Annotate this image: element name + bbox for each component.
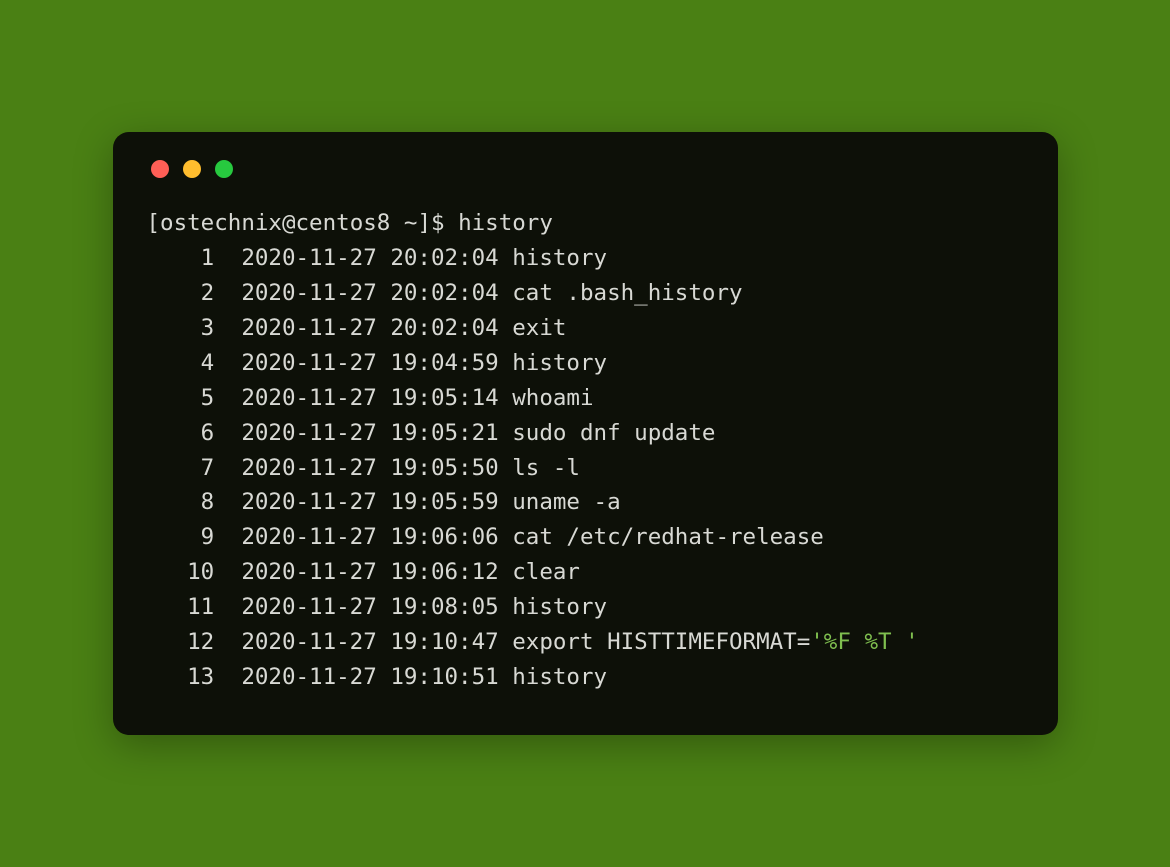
history-sep [499,381,513,416]
history-sep [214,381,241,416]
prompt-user: ostechnix [160,210,282,236]
prompt-space2 [445,210,459,236]
history-timestamp: 2020-11-27 19:05:59 [241,489,498,515]
history-sep [499,311,513,346]
minimize-icon[interactable] [183,160,201,178]
history-sep [499,276,513,311]
prompt-path: ~ [404,210,418,236]
history-sep [499,520,513,555]
history-command: uname -a [512,489,620,515]
history-timestamp: 2020-11-27 19:06:12 [241,559,498,585]
history-sep [214,660,241,695]
history-line: 9 2020-11-27 19:06:06 cat /etc/redhat-re… [147,520,1024,555]
history-number: 8 [147,485,215,520]
history-sep [499,416,513,451]
history-timestamp: 2020-11-27 19:06:06 [241,524,498,550]
history-command: history [512,594,607,620]
history-timestamp: 2020-11-27 19:05:14 [241,385,498,411]
history-line: 12 2020-11-27 19:10:47 export HISTTIMEFO… [147,625,1024,660]
history-sep [214,416,241,451]
history-timestamp: 2020-11-27 19:08:05 [241,594,498,620]
history-command: cat /etc/redhat-release [512,524,824,550]
history-number: 9 [147,520,215,555]
history-number: 3 [147,311,215,346]
history-command: history [512,350,607,376]
history-number: 12 [147,625,215,660]
history-timestamp: 2020-11-27 19:05:21 [241,420,498,446]
history-sep [214,520,241,555]
prompt-open-bracket: [ [147,210,161,236]
history-sep [499,451,513,486]
window-title-bar [147,154,1024,206]
prompt-dollar: $ [431,210,445,236]
history-timestamp: 2020-11-27 19:05:50 [241,455,498,481]
history-number: 4 [147,346,215,381]
history-timestamp: 2020-11-27 20:02:04 [241,245,498,271]
shell-prompt-line: [ostechnix@centos8 ~]$ history [147,206,1024,241]
history-number: 5 [147,381,215,416]
history-sep [499,590,513,625]
history-command: history [512,245,607,271]
history-sep [499,346,513,381]
history-line: 13 2020-11-27 19:10:51 history [147,660,1024,695]
history-sep [499,485,513,520]
history-sep [214,241,241,276]
maximize-icon[interactable] [215,160,233,178]
history-line: 5 2020-11-27 19:05:14 whoami [147,381,1024,416]
history-number: 13 [147,660,215,695]
history-output: 1 2020-11-27 20:02:04 history2 2020-11-2… [147,241,1024,694]
history-sep [214,625,241,660]
history-command: exit [512,315,566,341]
history-command: cat .bash_history [512,280,742,306]
history-number: 7 [147,451,215,486]
history-sep [214,346,241,381]
history-line: 3 2020-11-27 20:02:04 exit [147,311,1024,346]
history-sep [214,485,241,520]
history-timestamp: 2020-11-27 19:04:59 [241,350,498,376]
history-sep [214,276,241,311]
history-line: 11 2020-11-27 19:08:05 history [147,590,1024,625]
history-number: 11 [147,590,215,625]
history-sep [499,555,513,590]
history-timestamp: 2020-11-27 19:10:51 [241,664,498,690]
history-command: history [512,664,607,690]
history-number: 1 [147,241,215,276]
history-number: 10 [147,555,215,590]
history-sep [214,311,241,346]
prompt-host: centos8 [296,210,391,236]
history-number: 6 [147,416,215,451]
prompt-space [390,210,404,236]
history-number: 2 [147,276,215,311]
history-line: 4 2020-11-27 19:04:59 history [147,346,1024,381]
prompt-close-bracket: ] [417,210,431,236]
terminal-content[interactable]: [ostechnix@centos8 ~]$ history1 2020-11-… [147,206,1024,694]
prompt-at: @ [282,210,296,236]
history-command: ls -l [512,455,580,481]
history-command: whoami [512,385,593,411]
terminal-window: [ostechnix@centos8 ~]$ history1 2020-11-… [113,132,1058,734]
history-sep [499,660,513,695]
history-line: 8 2020-11-27 19:05:59 uname -a [147,485,1024,520]
history-command: sudo dnf update [512,420,715,446]
history-timestamp: 2020-11-27 20:02:04 [241,315,498,341]
history-sep [214,555,241,590]
history-timestamp: 2020-11-27 20:02:04 [241,280,498,306]
history-sep [499,625,513,660]
history-timestamp: 2020-11-27 19:10:47 [241,629,498,655]
history-sep [214,590,241,625]
history-line: 2 2020-11-27 20:02:04 cat .bash_history [147,276,1024,311]
history-line: 1 2020-11-27 20:02:04 history [147,241,1024,276]
prompt-command: history [458,210,553,236]
history-line: 10 2020-11-27 19:06:12 clear [147,555,1024,590]
history-sep [214,451,241,486]
history-command: export HISTTIMEFORMAT= [512,629,810,655]
history-line: 7 2020-11-27 19:05:50 ls -l [147,451,1024,486]
history-quoted-string: '%F %T ' [810,629,918,655]
history-command: clear [512,559,580,585]
history-line: 6 2020-11-27 19:05:21 sudo dnf update [147,416,1024,451]
history-sep [499,241,513,276]
close-icon[interactable] [151,160,169,178]
